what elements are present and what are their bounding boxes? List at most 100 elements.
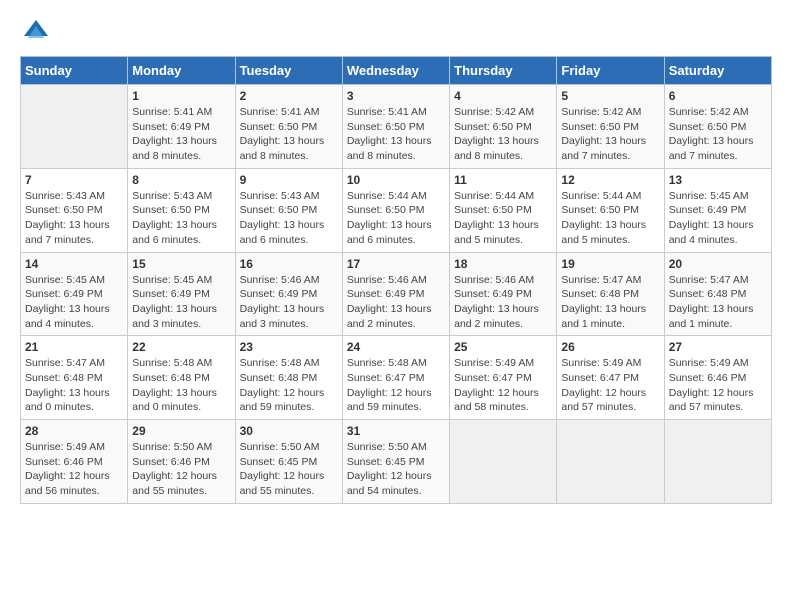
day-number: 15 <box>132 257 230 271</box>
day-cell: 17Sunrise: 5:46 AM Sunset: 6:49 PM Dayli… <box>342 252 449 336</box>
day-info: Sunrise: 5:41 AM Sunset: 6:50 PM Dayligh… <box>240 105 338 164</box>
day-number: 7 <box>25 173 123 187</box>
day-info: Sunrise: 5:50 AM Sunset: 6:46 PM Dayligh… <box>132 440 230 499</box>
week-row-5: 28 Sunrise: 5:49 AM Sunset: 6:46 PM Dayli… <box>21 420 772 504</box>
day-info: Sunrise: 5:48 AM Sunset: 6:48 PM Dayligh… <box>132 356 230 415</box>
day-number: 24 <box>347 340 445 354</box>
day-cell: 31 Sunrise: 5:50 AM Sunset: 6:45 PM Dayli… <box>342 420 449 504</box>
day-info: Sunrise: 5:48 AM Sunset: 6:48 PM Dayligh… <box>240 356 338 415</box>
day-cell: 7 Sunrise: 5:43 AM Sunset: 6:50 PM Daylig… <box>21 168 128 252</box>
header-cell-sunday: Sunday <box>21 57 128 85</box>
day-number: 17 <box>347 257 445 271</box>
day-cell: 10 Sunrise: 5:44 AM Sunset: 6:50 PM Dayli… <box>342 168 449 252</box>
day-cell: 30 Sunrise: 5:50 AM Sunset: 6:45 PM Dayli… <box>235 420 342 504</box>
day-info: Sunrise: 5:49 AM Sunset: 6:46 PM Dayligh… <box>25 440 123 499</box>
day-cell: 21 Sunrise: 5:47 AM Sunset: 6:48 PM Dayli… <box>21 336 128 420</box>
day-info: Sunrise: 5:46 AM Sunset: 6:49 PM Dayligh… <box>240 273 338 332</box>
day-number: 26 <box>561 340 659 354</box>
day-cell: 18 Sunrise: 5:46 AM Sunset: 6:49 PM Dayli… <box>450 252 557 336</box>
day-cell: 16 Sunrise: 5:46 AM Sunset: 6:49 PM Dayli… <box>235 252 342 336</box>
day-info: Sunrise: 5:45 AM Sunset: 6:49 PM Dayligh… <box>132 273 230 332</box>
day-info: Sunrise: 5:47 AM Sunset: 6:48 PM Dayligh… <box>561 273 659 332</box>
page-header <box>20 16 772 48</box>
day-info: Sunrise: 5:43 AM Sunset: 6:50 PM Dayligh… <box>25 189 123 248</box>
week-row-3: 14 Sunrise: 5:45 AM Sunset: 6:49 PM Dayli… <box>21 252 772 336</box>
day-number: 27 <box>669 340 767 354</box>
day-number: 12 <box>561 173 659 187</box>
day-number: 6 <box>669 89 767 103</box>
calendar-table: SundayMondayTuesdayWednesdayThursdayFrid… <box>20 56 772 504</box>
day-number: 25 <box>454 340 552 354</box>
day-info: Sunrise: 5:43 AM Sunset: 6:50 PM Dayligh… <box>240 189 338 248</box>
week-row-1: 1 Sunrise: 5:41 AM Sunset: 6:49 PM Daylig… <box>21 85 772 169</box>
day-info: Sunrise: 5:42 AM Sunset: 6:50 PM Dayligh… <box>561 105 659 164</box>
day-number: 11 <box>454 173 552 187</box>
day-cell: 25Sunrise: 5:49 AM Sunset: 6:47 PM Dayli… <box>450 336 557 420</box>
day-cell: 8 Sunrise: 5:43 AM Sunset: 6:50 PM Daylig… <box>128 168 235 252</box>
day-info: Sunrise: 5:44 AM Sunset: 6:50 PM Dayligh… <box>561 189 659 248</box>
day-number: 4 <box>454 89 552 103</box>
header-cell-friday: Friday <box>557 57 664 85</box>
day-info: Sunrise: 5:49 AM Sunset: 6:46 PM Dayligh… <box>669 356 767 415</box>
day-number: 31 <box>347 424 445 438</box>
logo <box>20 16 56 48</box>
day-number: 28 <box>25 424 123 438</box>
day-number: 1 <box>132 89 230 103</box>
day-info: Sunrise: 5:48 AM Sunset: 6:47 PM Dayligh… <box>347 356 445 415</box>
day-info: Sunrise: 5:42 AM Sunset: 6:50 PM Dayligh… <box>454 105 552 164</box>
day-info: Sunrise: 5:44 AM Sunset: 6:50 PM Dayligh… <box>454 189 552 248</box>
week-row-4: 21 Sunrise: 5:47 AM Sunset: 6:48 PM Dayli… <box>21 336 772 420</box>
day-number: 2 <box>240 89 338 103</box>
logo-icon <box>20 16 52 48</box>
day-cell: 12 Sunrise: 5:44 AM Sunset: 6:50 PM Dayli… <box>557 168 664 252</box>
day-number: 23 <box>240 340 338 354</box>
day-cell: 26 Sunrise: 5:49 AM Sunset: 6:47 PM Dayli… <box>557 336 664 420</box>
day-cell: 6 Sunrise: 5:42 AM Sunset: 6:50 PM Daylig… <box>664 85 771 169</box>
day-info: Sunrise: 5:50 AM Sunset: 6:45 PM Dayligh… <box>347 440 445 499</box>
day-number: 22 <box>132 340 230 354</box>
day-number: 3 <box>347 89 445 103</box>
day-cell <box>21 85 128 169</box>
day-number: 16 <box>240 257 338 271</box>
header-cell-saturday: Saturday <box>664 57 771 85</box>
day-number: 8 <box>132 173 230 187</box>
day-number: 14 <box>25 257 123 271</box>
day-number: 20 <box>669 257 767 271</box>
day-cell: 4 Sunrise: 5:42 AM Sunset: 6:50 PM Daylig… <box>450 85 557 169</box>
header-cell-tuesday: Tuesday <box>235 57 342 85</box>
day-info: Sunrise: 5:46 AM Sunset: 6:49 PM Dayligh… <box>454 273 552 332</box>
day-cell: 11 Sunrise: 5:44 AM Sunset: 6:50 PM Dayli… <box>450 168 557 252</box>
day-cell: 15 Sunrise: 5:45 AM Sunset: 6:49 PM Dayli… <box>128 252 235 336</box>
day-info: Sunrise: 5:50 AM Sunset: 6:45 PM Dayligh… <box>240 440 338 499</box>
day-number: 19 <box>561 257 659 271</box>
day-info: Sunrise: 5:45 AM Sunset: 6:49 PM Dayligh… <box>669 189 767 248</box>
day-number: 30 <box>240 424 338 438</box>
day-cell <box>450 420 557 504</box>
day-number: 21 <box>25 340 123 354</box>
day-cell: 28 Sunrise: 5:49 AM Sunset: 6:46 PM Dayli… <box>21 420 128 504</box>
day-cell: 2 Sunrise: 5:41 AM Sunset: 6:50 PM Daylig… <box>235 85 342 169</box>
header-cell-monday: Monday <box>128 57 235 85</box>
header-row: SundayMondayTuesdayWednesdayThursdayFrid… <box>21 57 772 85</box>
day-cell: 29Sunrise: 5:50 AM Sunset: 6:46 PM Dayli… <box>128 420 235 504</box>
day-cell: 1 Sunrise: 5:41 AM Sunset: 6:49 PM Daylig… <box>128 85 235 169</box>
day-cell: 27 Sunrise: 5:49 AM Sunset: 6:46 PM Dayli… <box>664 336 771 420</box>
day-cell: 23 Sunrise: 5:48 AM Sunset: 6:48 PM Dayli… <box>235 336 342 420</box>
week-row-2: 7 Sunrise: 5:43 AM Sunset: 6:50 PM Daylig… <box>21 168 772 252</box>
day-cell: 20 Sunrise: 5:47 AM Sunset: 6:48 PM Dayli… <box>664 252 771 336</box>
day-number: 18 <box>454 257 552 271</box>
day-info: Sunrise: 5:43 AM Sunset: 6:50 PM Dayligh… <box>132 189 230 248</box>
day-number: 13 <box>669 173 767 187</box>
day-number: 10 <box>347 173 445 187</box>
day-cell: 3Sunrise: 5:41 AM Sunset: 6:50 PM Daylig… <box>342 85 449 169</box>
day-info: Sunrise: 5:47 AM Sunset: 6:48 PM Dayligh… <box>25 356 123 415</box>
day-info: Sunrise: 5:44 AM Sunset: 6:50 PM Dayligh… <box>347 189 445 248</box>
day-cell: 13 Sunrise: 5:45 AM Sunset: 6:49 PM Dayli… <box>664 168 771 252</box>
day-cell: 22 Sunrise: 5:48 AM Sunset: 6:48 PM Dayli… <box>128 336 235 420</box>
day-info: Sunrise: 5:47 AM Sunset: 6:48 PM Dayligh… <box>669 273 767 332</box>
day-info: Sunrise: 5:42 AM Sunset: 6:50 PM Dayligh… <box>669 105 767 164</box>
header-cell-wednesday: Wednesday <box>342 57 449 85</box>
day-info: Sunrise: 5:49 AM Sunset: 6:47 PM Dayligh… <box>561 356 659 415</box>
day-info: Sunrise: 5:41 AM Sunset: 6:49 PM Dayligh… <box>132 105 230 164</box>
day-cell: 9Sunrise: 5:43 AM Sunset: 6:50 PM Daylig… <box>235 168 342 252</box>
